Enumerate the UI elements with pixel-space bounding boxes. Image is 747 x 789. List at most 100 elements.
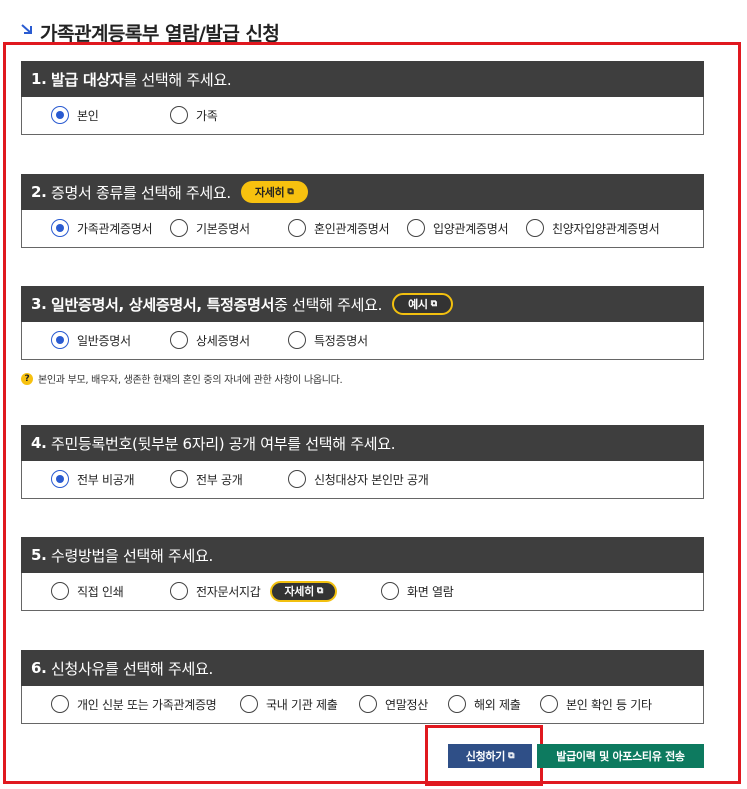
section-highlight: 수령방법: [51, 546, 106, 565]
radio-button[interactable]: [170, 106, 188, 124]
section-header: 4. 주민등록번호(뒷부분 6자리) 공개 여부 를 선택해 주세요.: [21, 425, 704, 461]
radio-button[interactable]: [526, 219, 544, 237]
radio-option-tax[interactable]: 연말정산: [359, 694, 428, 714]
radio-option-other[interactable]: 본인 확인 등 기타: [540, 694, 652, 714]
section-receive-method: 5. 수령방법 을 선택해 주세요. 직접 인쇄 전자문서지갑 자세히 ⧉ 화면 열…: [21, 537, 704, 611]
option-label: 본인 확인 등 기타: [566, 697, 652, 712]
radio-option-adoption[interactable]: 입양관계증명서: [407, 218, 508, 238]
option-label: 친양자입양관계증명서: [552, 221, 660, 236]
title-arrow-icon: [21, 24, 32, 34]
option-label: 전자문서지갑: [196, 584, 261, 599]
section-highlight: 일반증명서, 상세증명서, 특정증명서: [51, 295, 275, 314]
option-label: 가족관계증명서: [77, 221, 153, 236]
section-number: 3.: [31, 295, 47, 313]
radio-button[interactable]: [288, 331, 306, 349]
radio-button[interactable]: [407, 219, 425, 237]
radio-option-identity[interactable]: 개인 신분 또는 가족관계증명: [51, 694, 217, 714]
radio-option-specific[interactable]: 특정증명서: [288, 330, 368, 350]
radio-button[interactable]: [288, 219, 306, 237]
option-label: 화면 열람: [407, 584, 454, 599]
external-link-icon: ⧉: [316, 586, 324, 596]
detail-button[interactable]: 자세히 ⧉: [240, 181, 308, 203]
option-label: 전부 비공개: [77, 472, 135, 487]
radio-button[interactable]: [51, 106, 69, 124]
section-rest: 중 선택해 주세요.: [274, 295, 383, 314]
pill-label: 자세히: [284, 585, 314, 598]
section-certificate-level: 3. 일반증명서, 상세증명서, 특정증명서 중 선택해 주세요. 예시 ⧉ 일반…: [21, 286, 704, 360]
section-header: 2. 증명서 종류 를 선택해 주세요. 자세히 ⧉: [21, 174, 704, 210]
radio-option-family[interactable]: 가족: [170, 105, 218, 125]
section-number: 6.: [31, 659, 47, 677]
radio-button[interactable]: [448, 695, 466, 713]
note-text: 본인과 부모, 배우자, 생존한 현재의 혼인 중의 자녀에 관한 사항이 나옵…: [38, 375, 343, 386]
external-link-icon: ⧉: [508, 751, 515, 761]
radio-button[interactable]: [170, 470, 188, 488]
radio-option-overseas[interactable]: 해외 제출: [448, 694, 521, 714]
radio-button[interactable]: [540, 695, 558, 713]
radio-option-general[interactable]: 일반증명서: [51, 330, 131, 350]
radio-button[interactable]: [51, 582, 69, 600]
radio-option-full-adoption[interactable]: 친양자입양관계증명서: [526, 218, 660, 238]
radio-option-self[interactable]: 본인: [51, 105, 99, 125]
section-rest: 를 선택해 주세요.: [123, 70, 232, 89]
option-label: 해외 제출: [474, 697, 521, 712]
radio-option-self-public[interactable]: 신청대상자 본인만 공개: [288, 469, 429, 489]
option-label: 입양관계증명서: [433, 221, 509, 236]
section-header: 6. 신청사유 를 선택해 주세요.: [21, 650, 704, 686]
radio-option-basic[interactable]: 기본증명서: [170, 218, 250, 238]
section-target: 1. 발급 대상자 를 선택해 주세요. 본인 가족: [21, 61, 704, 135]
apply-button[interactable]: 신청하기 ⧉: [448, 744, 532, 768]
section-number: 1.: [31, 70, 47, 88]
radio-option-family-relation[interactable]: 가족관계증명서: [51, 218, 152, 238]
option-label: 신청대상자 본인만 공개: [314, 472, 429, 487]
radio-button[interactable]: [359, 695, 377, 713]
pill-label: 자세히: [254, 186, 285, 199]
section-rest: 을 선택해 주세요.: [105, 546, 213, 565]
option-label: 가족: [196, 108, 218, 123]
radio-button[interactable]: [240, 695, 258, 713]
section-number: 4.: [31, 434, 47, 452]
example-button[interactable]: 예시 ⧉: [392, 293, 453, 315]
question-icon: ?: [21, 372, 33, 385]
radio-button[interactable]: [170, 219, 188, 237]
section-highlight: 주민등록번호(뒷부분 6자리) 공개 여부: [51, 434, 288, 453]
radio-button[interactable]: [51, 695, 69, 713]
option-label: 기본증명서: [196, 221, 250, 236]
option-label: 본인: [77, 108, 99, 123]
radio-button[interactable]: [51, 219, 69, 237]
apply-button-label: 신청하기: [465, 750, 506, 763]
radio-button[interactable]: [170, 331, 188, 349]
section-highlight: 증명서 종류: [51, 183, 123, 202]
section-rest: 를 선택해 주세요.: [287, 434, 396, 453]
radio-option-domestic[interactable]: 국내 기관 제출: [240, 694, 338, 714]
option-label: 연말정산: [385, 697, 428, 712]
radio-button[interactable]: [170, 582, 188, 600]
radio-option-marriage[interactable]: 혼인관계증명서: [288, 218, 389, 238]
send-button-label: 발급이력 및 아포스티유 전송: [556, 750, 685, 763]
option-label: 전부 공개: [196, 472, 243, 487]
section-header: 1. 발급 대상자 를 선택해 주세요.: [21, 61, 704, 97]
radio-button[interactable]: [51, 470, 69, 488]
section-rrn-disclosure: 4. 주민등록번호(뒷부분 6자리) 공개 여부 를 선택해 주세요. 전부 비공…: [21, 425, 704, 499]
radio-option-all-hidden[interactable]: 전부 비공개: [51, 469, 135, 489]
radio-option-screen-view[interactable]: 화면 열람: [381, 581, 454, 601]
section-highlight: 발급 대상자: [51, 70, 124, 89]
external-link-icon: ⧉: [430, 299, 437, 309]
radio-button[interactable]: [51, 331, 69, 349]
radio-option-detailed[interactable]: 상세증명서: [170, 330, 250, 350]
section-certificate-type: 2. 증명서 종류 를 선택해 주세요. 자세히 ⧉ 가족관계증명서 기본증명서 혼…: [21, 174, 704, 248]
radio-button[interactable]: [381, 582, 399, 600]
radio-button[interactable]: [288, 470, 306, 488]
section-rest: 를 선택해 주세요.: [122, 183, 231, 202]
option-label: 국내 기관 제출: [266, 697, 338, 712]
section-header: 5. 수령방법 을 선택해 주세요.: [21, 537, 704, 573]
option-label: 혼인관계증명서: [314, 221, 390, 236]
radio-option-print[interactable]: 직접 인쇄: [51, 581, 124, 601]
send-history-button[interactable]: 발급이력 및 아포스티유 전송: [537, 744, 704, 768]
external-link-icon: ⧉: [287, 187, 294, 197]
radio-option-all-public[interactable]: 전부 공개: [170, 469, 243, 489]
section-number: 2.: [31, 183, 47, 201]
radio-option-e-wallet[interactable]: 전자문서지갑 자세히 ⧉: [170, 580, 338, 602]
detail-button-inline[interactable]: 자세히 ⧉: [270, 580, 338, 602]
section-header: 3. 일반증명서, 상세증명서, 특정증명서 중 선택해 주세요. 예시 ⧉: [21, 286, 704, 322]
